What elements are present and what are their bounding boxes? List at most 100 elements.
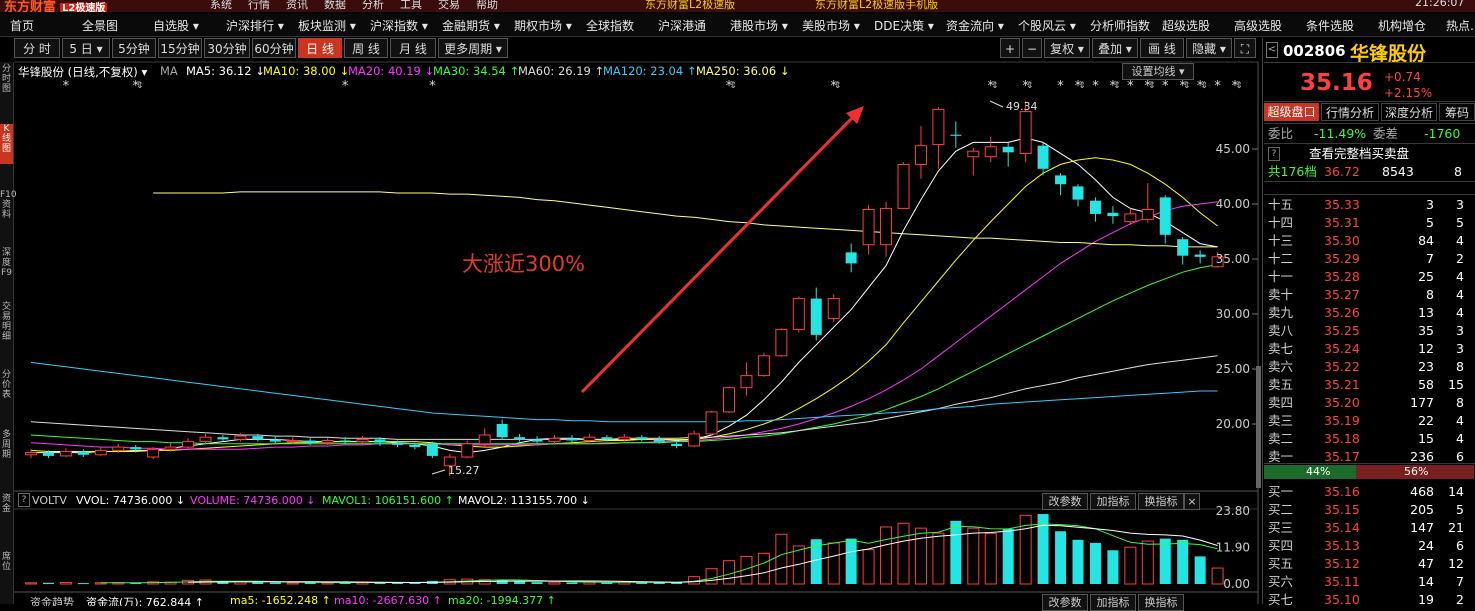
total-levels-label: 共176档 bbox=[1268, 164, 1317, 179]
question-icon[interactable]: ? bbox=[18, 493, 30, 507]
candle-body-up bbox=[321, 440, 334, 444]
book-price: 35.19 bbox=[1324, 413, 1360, 428]
buy-level-row[interactable]: 买六 35.11 14 7 bbox=[1264, 573, 1475, 591]
volume-tick-label: 11.90 bbox=[1216, 541, 1250, 555]
kline-chart: **************************⇕⇕⇕⇕⇕⇕⇕⇕⇕⇕⇕⇕⇕⇕… bbox=[14, 61, 1400, 604]
chart-grid bbox=[14, 61, 1259, 604]
tab-quote-analysis[interactable]: 行情分析 bbox=[1321, 103, 1379, 121]
sell-level-row[interactable]: 十四 35.31 5 5 bbox=[1264, 214, 1475, 232]
fund-edit-params-button[interactable]: 改参数 bbox=[1042, 594, 1088, 611]
sell-level-row[interactable]: 卖八 35.25 35 3 bbox=[1264, 322, 1475, 340]
book-volume: 14 bbox=[1418, 574, 1434, 589]
price-tick-label: 45.00 bbox=[1216, 142, 1250, 156]
vol-switch-indicator-button[interactable]: 换指标 bbox=[1138, 493, 1184, 510]
candle-body-down bbox=[77, 451, 89, 455]
book-volume: 147 bbox=[1410, 520, 1434, 535]
buy-level-row[interactable]: 买三 35.14 147 21 bbox=[1264, 519, 1475, 537]
stock-code: 002806 bbox=[1283, 42, 1346, 60]
volume-bar-up bbox=[548, 581, 561, 585]
sell-pct: 44% bbox=[1306, 465, 1331, 478]
book-price: 35.20 bbox=[1324, 395, 1360, 410]
book-order-count: 7 bbox=[1456, 574, 1464, 589]
candle-body-down bbox=[810, 298, 822, 335]
star-marker: * bbox=[1214, 79, 1221, 94]
volume-bar-down bbox=[42, 582, 54, 584]
candle-body-down bbox=[426, 443, 438, 456]
book-price: 35.11 bbox=[1324, 574, 1360, 589]
book-volume: 25 bbox=[1418, 269, 1434, 284]
candle-body-up bbox=[827, 298, 840, 319]
sell-level-row[interactable]: 十一 35.28 25 4 bbox=[1264, 268, 1475, 286]
book-order-count: 8 bbox=[1456, 395, 1464, 410]
sell-level-row[interactable]: 卖三 35.19 22 4 bbox=[1264, 412, 1475, 430]
price-scroll-handle bbox=[1256, 366, 1261, 488]
sell-level-row[interactable]: 卖十 35.27 8 4 bbox=[1264, 286, 1475, 304]
candle-body-up bbox=[25, 452, 37, 456]
arrow-marker: ⇕ bbox=[1183, 81, 1191, 91]
buy-level-row[interactable]: 买四 35.13 24 6 bbox=[1264, 537, 1475, 555]
buy-level-row[interactable]: 买五 35.12 47 12 bbox=[1264, 555, 1475, 573]
candle-body-down bbox=[252, 436, 264, 440]
tab-chips[interactable]: 筹码分 bbox=[1439, 103, 1475, 121]
vol-add-indicator-button[interactable]: 加指标 bbox=[1090, 493, 1136, 510]
buy-level-row[interactable]: 买二 35.15 205 5 bbox=[1264, 501, 1475, 519]
fund-switch-indicator-button[interactable]: 换指标 bbox=[1138, 594, 1184, 611]
book-order-count: 3 bbox=[1456, 323, 1464, 338]
book-order-count: 4 bbox=[1456, 431, 1464, 446]
book-volume: 23 bbox=[1418, 359, 1434, 374]
price-change: +0.74 bbox=[1384, 70, 1421, 84]
book-volume: 24 bbox=[1418, 538, 1434, 553]
total-levels-volume: 8543 bbox=[1382, 164, 1414, 179]
candle-body-down bbox=[304, 440, 316, 443]
sell-level-row[interactable]: 卖五 35.21 58 15 bbox=[1264, 376, 1475, 394]
volume-bar-down bbox=[269, 582, 281, 584]
sell-level-row[interactable]: 卖六 35.22 23 8 bbox=[1264, 358, 1475, 376]
volume-bar-down bbox=[1055, 531, 1067, 584]
book-level-label: 买一 bbox=[1268, 484, 1294, 499]
candle-body-down bbox=[845, 252, 857, 264]
sell-level-row[interactable]: 卖七 35.24 12 3 bbox=[1264, 340, 1475, 358]
book-price: 35.24 bbox=[1324, 341, 1360, 356]
vol-close-icon[interactable]: × bbox=[1184, 493, 1200, 510]
book-volume: 177 bbox=[1410, 395, 1434, 410]
volume-bar-up bbox=[827, 542, 840, 585]
full-book-row[interactable]: ? 查看完整档买卖盘 bbox=[1264, 145, 1475, 163]
candle-body-up bbox=[723, 387, 735, 413]
book-order-count: 4 bbox=[1456, 305, 1464, 320]
weibi-row: 委比 -11.49% 委差 -1760 bbox=[1264, 125, 1475, 143]
tab-super-book[interactable]: 超级盘口 bbox=[1264, 103, 1319, 121]
sell-level-row[interactable]: 卖九 35.26 13 4 bbox=[1264, 304, 1475, 322]
candle-body-down bbox=[339, 440, 351, 442]
fund-add-indicator-button[interactable]: 加指标 bbox=[1090, 594, 1136, 611]
candle-body-up bbox=[112, 446, 125, 451]
candle-body-down bbox=[1177, 239, 1189, 256]
candle-body-down bbox=[566, 438, 578, 441]
sell-level-row[interactable]: 卖四 35.20 177 8 bbox=[1264, 394, 1475, 412]
candle-body-up bbox=[914, 145, 927, 165]
book-order-count: 4 bbox=[1456, 413, 1464, 428]
star-marker: * bbox=[1127, 79, 1134, 94]
candle-body-down bbox=[1072, 186, 1084, 200]
vol-edit-params-button[interactable]: 改参数 bbox=[1042, 493, 1088, 510]
volume-bar-down bbox=[77, 583, 89, 585]
fund-ma10-legend: ma10: -2667.630 ↑ bbox=[334, 594, 442, 606]
candle-body-up bbox=[1141, 209, 1154, 220]
book-level-label: 十四 bbox=[1268, 215, 1294, 230]
candle-body-down bbox=[217, 437, 229, 440]
candle-body-up bbox=[775, 328, 788, 357]
volume-bar-down bbox=[1177, 539, 1189, 584]
sell-level-row[interactable]: 十三 35.30 84 4 bbox=[1264, 232, 1475, 250]
tab-depth-analysis[interactable]: 深度分析 bbox=[1381, 103, 1437, 121]
buy-level-row[interactable]: 买七 35.10 19 2 bbox=[1264, 591, 1475, 609]
volume-bar-up bbox=[723, 560, 735, 585]
weicha-label: 委差 bbox=[1373, 126, 1399, 141]
last-price: 35.16 bbox=[1300, 70, 1373, 96]
book-level-label: 卖六 bbox=[1268, 359, 1294, 374]
sell-level-row[interactable]: 卖二 35.18 15 4 bbox=[1264, 430, 1475, 448]
panel-collapse-icon[interactable]: < bbox=[1266, 42, 1278, 58]
buy-level-row[interactable]: 买一 35.16 468 14 bbox=[1264, 483, 1475, 501]
sell-level-row[interactable]: 十五 35.33 3 3 bbox=[1264, 196, 1475, 214]
sell-level-row[interactable]: 十二 35.29 7 2 bbox=[1264, 250, 1475, 268]
candle-body-up bbox=[862, 209, 875, 246]
book-volume: 12 bbox=[1418, 341, 1434, 356]
